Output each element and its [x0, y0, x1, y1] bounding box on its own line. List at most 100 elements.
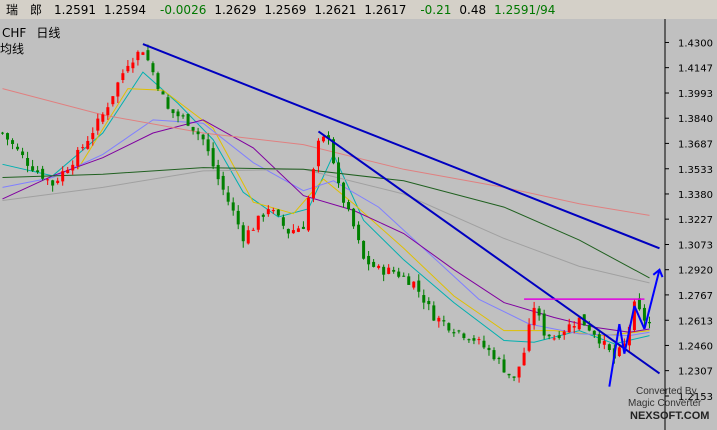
candle-body — [26, 158, 30, 166]
candle-body — [81, 147, 85, 149]
indicator-label: 均线 — [0, 42, 24, 56]
candle-body — [11, 140, 15, 145]
candle-body — [91, 132, 95, 140]
price-tick-label: 1.2307 — [678, 367, 713, 378]
candle-body — [191, 126, 195, 131]
candle-body — [362, 240, 366, 259]
candle-body — [61, 171, 65, 182]
candle-body — [537, 308, 541, 316]
candle-body — [357, 224, 361, 241]
last-quote: 1.2591/94 — [494, 2, 556, 17]
watermark-line-3: NEXSOFT.COM — [630, 410, 709, 422]
price-tick-label: 1.2767 — [678, 291, 713, 302]
candle-body — [211, 148, 215, 167]
candle-body — [422, 295, 426, 303]
candle-body — [111, 96, 115, 105]
candle-body — [306, 197, 310, 231]
candle-body — [447, 323, 451, 331]
candle-body — [417, 280, 421, 292]
candle-body — [261, 214, 265, 217]
chart-window: 瑞 郎 1.2591 1.2594 -0.0026 1.2629 1.2569 … — [0, 0, 717, 430]
candle-body — [196, 131, 200, 135]
candle-body — [342, 182, 346, 203]
price-tick-label: 1.4147 — [678, 64, 713, 75]
candle-body — [402, 275, 406, 277]
quote-bar: 瑞 郎 1.2591 1.2594 -0.0026 1.2629 1.2569 … — [0, 0, 717, 20]
candle-body — [181, 115, 185, 117]
candle-body — [382, 266, 386, 275]
candle-body — [321, 136, 325, 142]
candle-body — [522, 352, 526, 366]
candle-body — [296, 228, 300, 232]
candle-body — [141, 52, 145, 55]
candle-body — [46, 179, 50, 181]
candle-body — [246, 230, 250, 244]
price-chart[interactable]: 1.4300 1.4147 1.3993 1.3840 1.3687 1.3533 1.33… — [0, 19, 717, 430]
candle-body — [527, 324, 531, 351]
candle-body — [156, 73, 160, 90]
candle-body — [617, 347, 621, 356]
candle-body — [337, 162, 341, 184]
candle-body — [1, 132, 5, 134]
candle-body — [51, 180, 55, 186]
candle-body — [286, 228, 290, 234]
candle-body — [131, 62, 135, 69]
candle-body — [502, 359, 506, 373]
candle-body — [482, 340, 486, 348]
candle-body — [311, 169, 315, 199]
candle-body — [607, 344, 611, 351]
candle-body — [642, 307, 646, 321]
candle-body — [76, 149, 80, 166]
candle-body — [216, 165, 220, 180]
candle-body — [487, 347, 491, 351]
candle-body — [56, 180, 60, 184]
candle-body — [467, 339, 471, 341]
candle-body — [452, 332, 456, 334]
candle-body — [352, 208, 356, 227]
candle-body — [392, 269, 396, 272]
price-tick-label: 1.2613 — [678, 316, 713, 327]
candle-body — [572, 326, 576, 328]
candle-body — [146, 50, 150, 61]
candle-body — [251, 229, 255, 231]
watermark-line-1: Converted By — [636, 386, 697, 397]
candle-body — [517, 366, 521, 378]
candle-body — [236, 210, 240, 225]
price-tick-label: 1.3840 — [678, 114, 713, 125]
candle-body — [226, 192, 230, 202]
price-tick-label: 1.4300 — [678, 38, 713, 49]
candle-body — [66, 169, 70, 174]
candle-body — [542, 313, 546, 336]
candle-body — [266, 209, 270, 215]
candle-body — [281, 217, 285, 226]
candle-body — [547, 334, 551, 337]
candle-body — [367, 255, 371, 265]
candle-body — [412, 281, 416, 288]
price-tick-label: 1.2460 — [678, 341, 713, 352]
candle-body — [442, 320, 446, 322]
candle-body — [241, 225, 245, 242]
candle-body — [186, 113, 190, 126]
candle-body — [347, 202, 351, 210]
candle-body — [532, 307, 536, 326]
candle-body — [6, 133, 10, 140]
candle-body — [397, 271, 401, 277]
candle-body — [557, 335, 561, 339]
candle-body — [126, 65, 130, 72]
candle-body — [136, 51, 140, 61]
candle-body — [166, 97, 170, 109]
candle-body — [116, 82, 120, 97]
candle-body — [16, 146, 20, 150]
candle-body — [387, 267, 391, 274]
candle-body — [86, 140, 90, 149]
candle-body — [301, 226, 305, 229]
candle-body — [597, 334, 601, 344]
candle-body — [377, 265, 381, 268]
candle-body — [101, 114, 105, 122]
candle-body — [96, 118, 100, 131]
candle-body — [602, 341, 606, 345]
candle-body — [587, 325, 591, 331]
candle-body — [567, 324, 571, 333]
candle-body — [36, 170, 40, 173]
candle-body — [477, 339, 481, 341]
